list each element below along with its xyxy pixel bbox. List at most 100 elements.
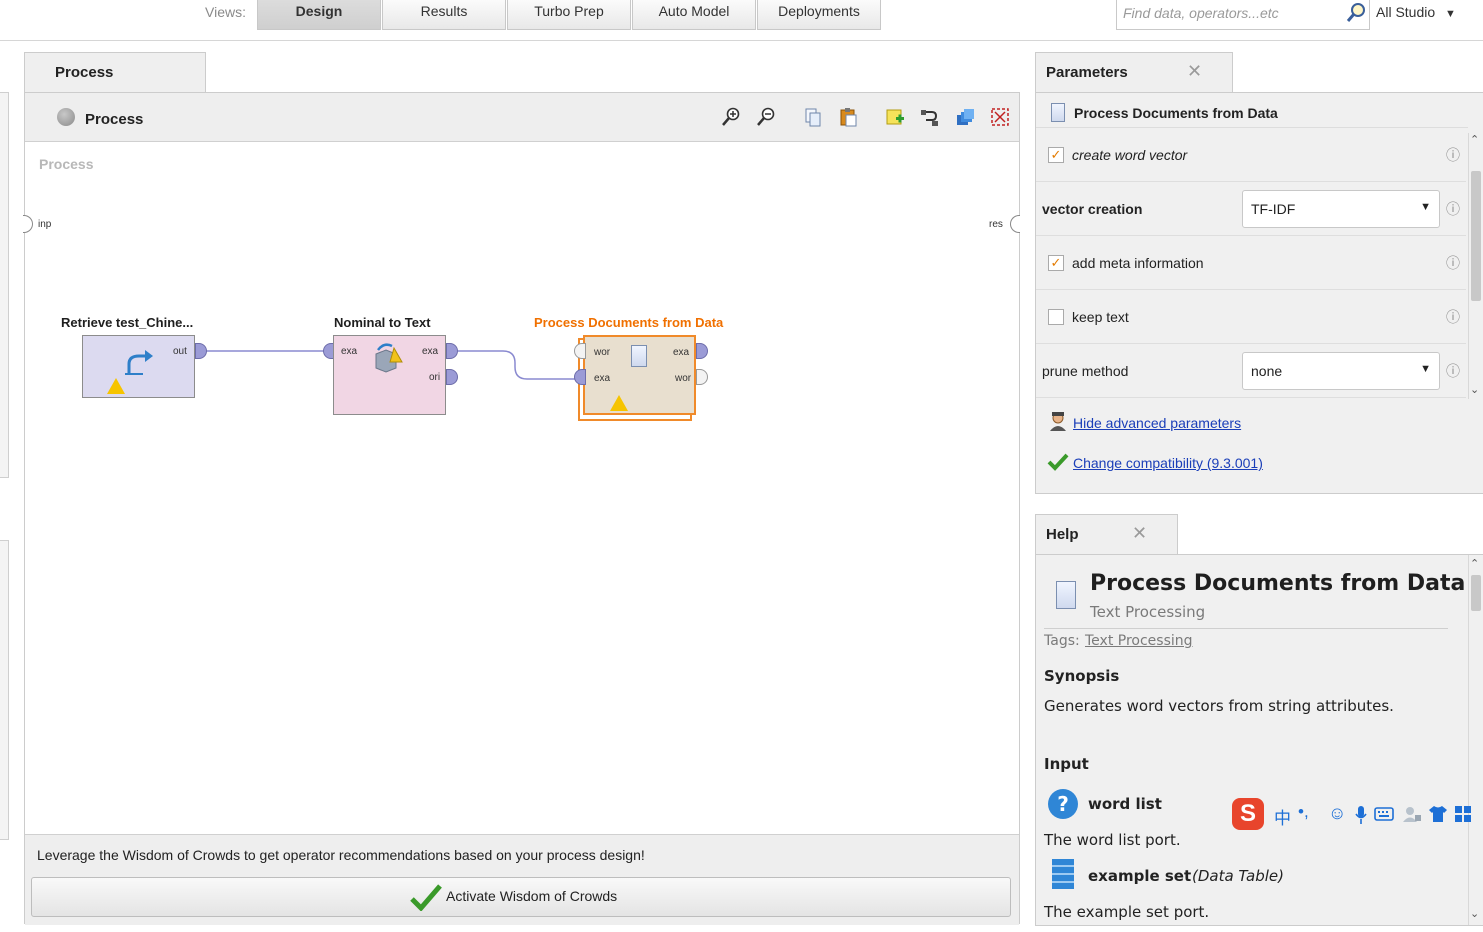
close-icon[interactable]: ✕ bbox=[1187, 61, 1202, 82]
scroll-down-icon[interactable]: ⌄ bbox=[1470, 383, 1479, 396]
operator-process-documents[interactable]: wor exa exa wor bbox=[583, 335, 696, 415]
left-panel-edge[interactable] bbox=[0, 92, 9, 478]
help-category: Text Processing bbox=[1090, 603, 1206, 621]
help-divider bbox=[1044, 628, 1448, 629]
synopsis-heading: Synopsis bbox=[1044, 667, 1120, 685]
input-port-description: The example set port. bbox=[1044, 903, 1210, 921]
input-port-type: (Data Table) bbox=[1192, 867, 1284, 885]
param-label: create word vector bbox=[1072, 147, 1188, 163]
param-label: prune method bbox=[1042, 363, 1129, 379]
input-port-exa[interactable] bbox=[574, 369, 586, 385]
parameters-scrollbar[interactable]: ⌃ ⌄ bbox=[1468, 133, 1483, 399]
scroll-up-icon[interactable]: ⌃ bbox=[1470, 133, 1479, 146]
prune-method-select[interactable]: none ▼ bbox=[1242, 352, 1440, 390]
table-icon bbox=[1052, 859, 1074, 889]
ime-language-toggle[interactable]: 中 bbox=[1274, 804, 1291, 829]
activate-wisdom-button[interactable]: Activate Wisdom of Crowds bbox=[31, 877, 1011, 917]
info-icon[interactable]: ⓘ bbox=[1446, 307, 1460, 327]
add-meta-information-checkbox[interactable]: ✓ bbox=[1048, 255, 1064, 271]
search-box bbox=[1116, 0, 1370, 30]
connection-nominal-to-process-docs bbox=[453, 350, 577, 380]
tab-help-label: Help bbox=[1046, 526, 1079, 543]
search-icon[interactable] bbox=[1345, 2, 1367, 24]
input-port-name: word list bbox=[1088, 795, 1162, 813]
tab-process[interactable]: Process bbox=[24, 52, 206, 93]
scroll-up-icon[interactable]: ⌃ bbox=[1470, 557, 1479, 570]
select-value: TF-IDF bbox=[1251, 201, 1296, 217]
input-port-wor[interactable] bbox=[574, 343, 586, 359]
tab-design[interactable]: Design bbox=[257, 0, 381, 30]
left-panel-edge-lower[interactable] bbox=[0, 540, 9, 840]
close-icon[interactable]: ✕ bbox=[1132, 523, 1147, 544]
ime-logo-icon[interactable]: S bbox=[1232, 798, 1264, 830]
help-tags-label: Tags: bbox=[1044, 633, 1080, 649]
info-icon[interactable]: ⓘ bbox=[1446, 361, 1460, 381]
port-label-exa-in: exa bbox=[594, 373, 611, 384]
ime-toolbar: S 中 •, ☺ bbox=[1232, 796, 1483, 832]
operator-retrieve[interactable]: out bbox=[82, 335, 195, 398]
tab-deployments[interactable]: Deployments bbox=[757, 0, 881, 30]
tab-auto-model[interactable]: Auto Model bbox=[632, 0, 756, 30]
chevron-down-icon: ▼ bbox=[1420, 363, 1431, 375]
scroll-down-icon[interactable]: ⌄ bbox=[1470, 907, 1479, 920]
parameters-operator-name: Process Documents from Data bbox=[1074, 105, 1278, 121]
info-icon[interactable]: ⓘ bbox=[1446, 199, 1460, 219]
search-input[interactable] bbox=[1121, 4, 1340, 22]
input-port-name: example set bbox=[1088, 867, 1192, 885]
tab-process-label: Process bbox=[55, 64, 114, 81]
microphone-icon[interactable] bbox=[1354, 805, 1368, 825]
input-port-description: The word list port. bbox=[1044, 831, 1181, 849]
process-panel: Process Process inp res Retrieve test_Ch… bbox=[23, 92, 1020, 925]
retrieve-icon bbox=[125, 350, 153, 375]
warning-icon bbox=[610, 395, 628, 411]
wisdom-of-crowds-bar: Leverage the Wisdom of Crowds to get ope… bbox=[25, 834, 1019, 925]
search-scope-value: All Studio bbox=[1376, 4, 1436, 20]
document-icon bbox=[1051, 103, 1065, 122]
skin-shirt-icon[interactable] bbox=[1428, 805, 1448, 823]
checkmark-icon bbox=[1047, 453, 1069, 471]
param-label: vector creation bbox=[1042, 201, 1143, 217]
activate-wisdom-label: Activate Wisdom of Crowds bbox=[446, 888, 618, 904]
help-scrollbar[interactable]: ⌃ ⌄ bbox=[1468, 555, 1483, 925]
help-panel: Process Documents from Data Text Process… bbox=[1035, 554, 1483, 926]
search-scope-select[interactable]: All Studio ▼ bbox=[1376, 4, 1456, 20]
warning-icon bbox=[107, 378, 125, 394]
param-create-word-vector: ✓ create word vector ⓘ bbox=[1036, 128, 1466, 182]
param-keep-text: keep text ⓘ bbox=[1036, 290, 1466, 344]
operator-title-retrieve: Retrieve test_Chine... bbox=[61, 315, 194, 330]
param-label: add meta information bbox=[1072, 255, 1204, 271]
ime-punctuation-toggle[interactable]: •, bbox=[1298, 802, 1309, 822]
param-label: keep text bbox=[1072, 309, 1129, 325]
tab-turbo-prep[interactable]: Turbo Prep bbox=[507, 0, 631, 30]
operator-title-process-documents: Process Documents from Data bbox=[534, 315, 724, 330]
operator-nominal-to-text[interactable]: exa exa ori bbox=[333, 335, 446, 415]
views-bar: Views: Design Results Turbo Prep Auto Mo… bbox=[0, 0, 1483, 41]
param-add-meta-information: ✓ add meta information ⓘ bbox=[1036, 236, 1466, 290]
port-label-exa-in: exa bbox=[341, 346, 358, 357]
scroll-thumb[interactable] bbox=[1471, 171, 1481, 301]
convert-type-icon bbox=[375, 343, 403, 373]
info-icon[interactable]: ⓘ bbox=[1446, 253, 1460, 273]
vector-creation-select[interactable]: TF-IDF ▼ bbox=[1242, 190, 1440, 228]
info-icon[interactable]: ⓘ bbox=[1446, 145, 1460, 165]
change-compatibility-link[interactable]: Change compatibility (9.3.001) bbox=[1073, 455, 1263, 471]
create-word-vector-checkbox[interactable]: ✓ bbox=[1048, 147, 1064, 163]
document-icon bbox=[631, 345, 647, 367]
tab-help[interactable]: Help ✕ bbox=[1035, 514, 1178, 555]
help-icon: ? bbox=[1048, 789, 1078, 819]
operator-title-nominal-to-text: Nominal to Text bbox=[334, 315, 431, 330]
help-title: Process Documents from Data bbox=[1090, 571, 1466, 596]
keep-text-checkbox[interactable] bbox=[1048, 309, 1064, 325]
toolbox-grid-icon[interactable] bbox=[1454, 805, 1472, 823]
keyboard-icon[interactable] bbox=[1374, 807, 1394, 821]
user-account-icon[interactable] bbox=[1402, 805, 1422, 823]
hide-advanced-parameters-link[interactable]: Hide advanced parameters bbox=[1073, 415, 1241, 431]
emoji-icon[interactable]: ☺ bbox=[1328, 803, 1346, 824]
tab-results[interactable]: Results bbox=[382, 0, 506, 30]
help-tag-link[interactable]: Text Processing bbox=[1085, 633, 1193, 649]
tab-parameters[interactable]: Parameters ✕ bbox=[1035, 52, 1233, 93]
document-icon bbox=[1056, 581, 1076, 609]
port-label-wor-in: wor bbox=[594, 347, 611, 358]
scroll-thumb[interactable] bbox=[1471, 575, 1481, 611]
tab-parameters-label: Parameters bbox=[1046, 64, 1128, 81]
